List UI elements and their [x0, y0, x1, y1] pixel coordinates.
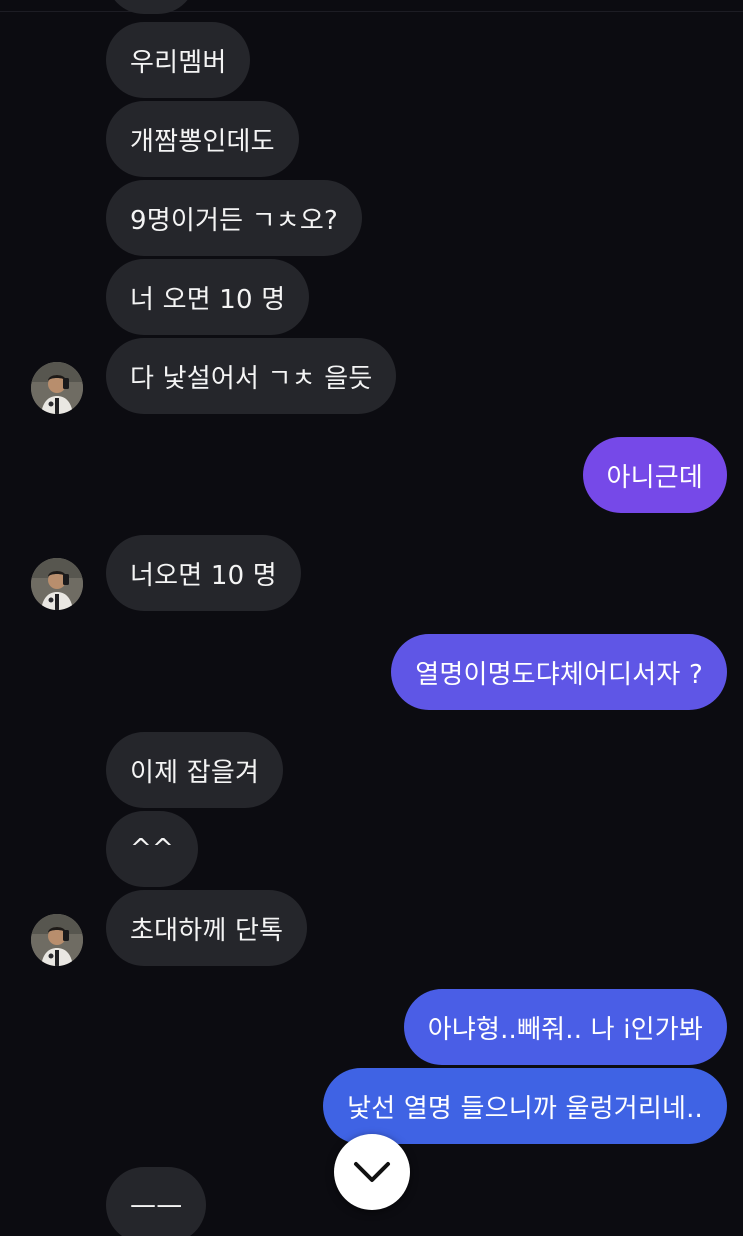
avatar[interactable] [31, 558, 83, 610]
message-text: 너 오면 10 명 [130, 284, 286, 315]
message-text: 낯선 열명 들으니까 울렁거리네.. [347, 1093, 703, 1124]
message-bubble-outgoing[interactable]: 아니근데 [582, 437, 727, 513]
message-bubble-incoming[interactable]: 개짬뽕인데도 [106, 101, 299, 177]
header-divider [0, 0, 743, 12]
message-bubble-outgoing[interactable]: 낯선 열명 들으니까 울렁거리네.. [323, 1068, 727, 1144]
message-text: ^^ [130, 834, 174, 864]
message-text: 초대하께 단톡 [130, 915, 284, 946]
message-text: 우리멤버 [130, 47, 227, 78]
scroll-to-bottom-button[interactable] [334, 1134, 410, 1210]
message-bubble-incoming[interactable]: 다 낯설어서 ㄱㅊ 을듯 [106, 338, 397, 414]
message-text: 이제 잡을겨 [130, 757, 260, 788]
message-text: 아냐형..빼줘.. 나 i인가봐 [427, 1014, 703, 1045]
message-bubble-incoming[interactable]: 우리멤버 [106, 22, 251, 98]
avatar[interactable] [31, 914, 83, 966]
avatar[interactable] [31, 362, 83, 414]
message-bubble-incoming[interactable]: 이제 잡을겨 [106, 732, 284, 808]
message-text: 너오면 10 명 [130, 560, 277, 591]
message-bubble-incoming[interactable]: —— [106, 1167, 207, 1236]
message-text: 열명이명도댜체어디서자 ? [415, 659, 703, 690]
message-bubble-incoming[interactable]: 초대하께 단톡 [106, 890, 308, 966]
profile-photo [31, 914, 83, 966]
message-bubble-incoming[interactable]: 9명이거든 ㄱㅊ오? [106, 180, 363, 256]
message-text: —— [130, 1190, 183, 1220]
message-bubble-outgoing[interactable]: 열명이명도댜체어디서자 ? [391, 634, 727, 710]
message-text: 다 낯설어서 ㄱㅊ 을듯 [130, 363, 373, 394]
profile-photo [31, 362, 83, 414]
message-bubble-outgoing[interactable]: 아냐형..빼줘.. 나 i인가봐 [403, 989, 727, 1065]
message-bubble-incoming[interactable]: ^^ [106, 811, 198, 887]
chat-thread[interactable]: 우리멤버 개짬뽕인데도 9명이거든 ㄱㅊ오? 너 오면 10 명 다 낯설어서 … [0, 0, 743, 1236]
message-text: 아니근데 [606, 462, 703, 493]
message-text: 개짬뽕인데도 [130, 126, 275, 157]
profile-photo [31, 558, 83, 610]
message-bubble-incoming[interactable]: 너오면 10 명 [106, 535, 301, 611]
message-text: 9명이거든 ㄱㅊ오? [130, 205, 339, 236]
message-bubble-incoming[interactable]: 너 오면 10 명 [106, 259, 310, 335]
chevron-down-icon [354, 1162, 390, 1182]
